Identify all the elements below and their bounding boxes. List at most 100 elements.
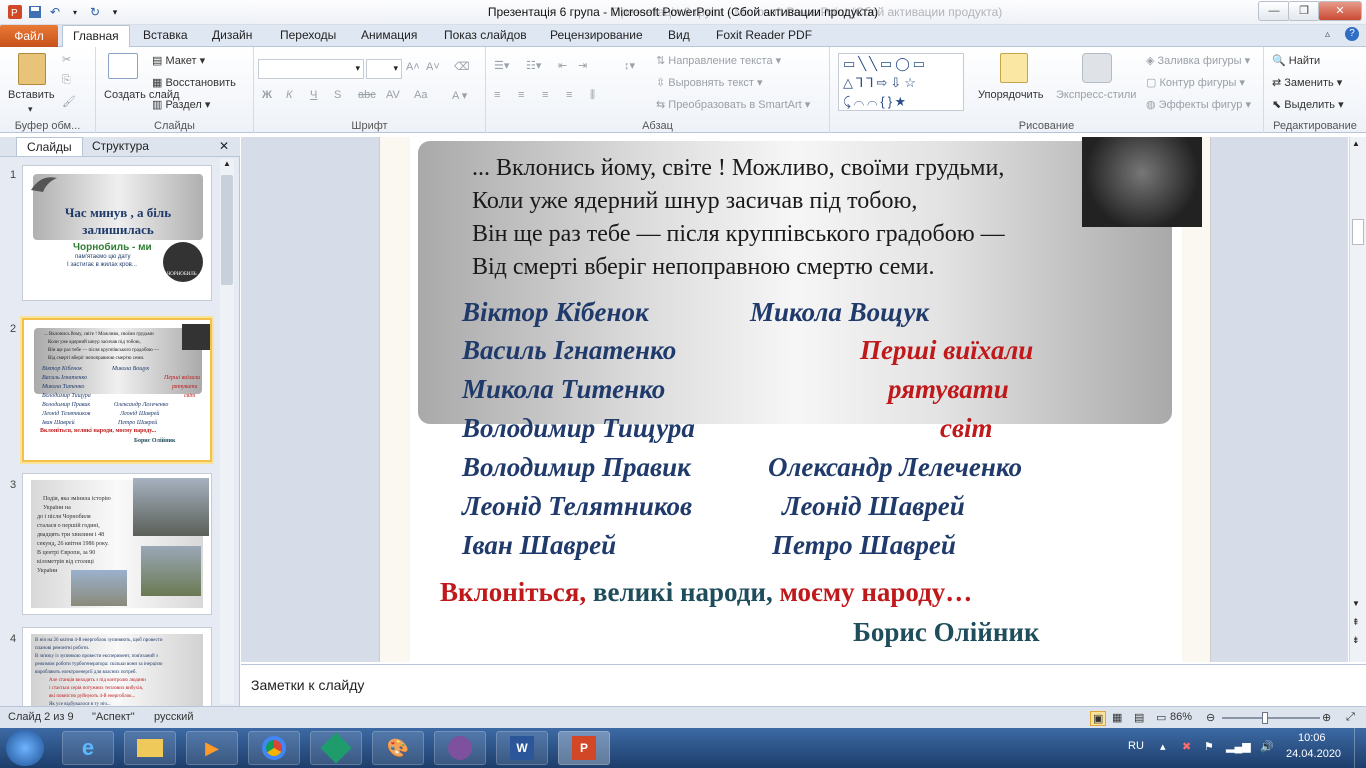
line-spacing-icon[interactable]: ↕▾ [624,59,635,72]
tab-insert[interactable]: Вставка [143,28,188,42]
new-slide-icon[interactable] [108,53,138,79]
justify-icon[interactable]: ≡ [566,89,572,101]
shape-outline-button[interactable]: ▢ Контур фигуры ▾ [1146,76,1245,89]
font-color-icon[interactable]: A ▾ [452,89,467,102]
paste-dropdown-icon[interactable]: ▾ [28,104,33,115]
clock-date[interactable]: 24.04.2020 [1286,748,1341,760]
select-button[interactable]: ⬉ Выделить ▾ [1272,98,1344,111]
clear-format-icon[interactable]: ⌫ [454,60,470,73]
change-case-icon[interactable]: Aa [414,89,427,101]
slide-2[interactable]: ... Вклонись йому, світе ! Можливо, свої… [379,137,1211,662]
restore-button[interactable]: ❐ [1288,1,1320,21]
text-direction-button[interactable]: ⇅ Направление текста ▾ [656,54,781,67]
action-center-icon[interactable]: ⚑ [1204,740,1214,753]
powerpoint-taskbar-icon[interactable]: P [558,731,610,765]
columns-icon[interactable]: ⫼ [590,89,595,102]
layout-button[interactable]: ▤ Макет ▾ [152,54,205,67]
decrease-indent-icon[interactable]: ⇤ [558,59,567,72]
scroll-up-icon[interactable]: ▲ [221,159,233,173]
chrome-icon[interactable] [248,731,300,765]
editor-scrollbar[interactable]: ▲ ▼ ⇞ ⇟ [1349,137,1366,662]
paint-icon[interactable]: 🎨 [372,731,424,765]
font-name-box[interactable]: ▾ [258,59,364,79]
numbering-icon[interactable]: ☷▾ [526,59,541,72]
clock-time[interactable]: 10:06 [1298,732,1326,744]
cut-icon[interactable]: ✂ [62,53,71,66]
internet-explorer-icon[interactable]: e [62,731,114,765]
minimize-button[interactable]: — [1258,1,1290,21]
start-button[interactable] [6,730,44,766]
slide-thumbnail-4[interactable]: В ніч на 26 квітня 4-й енергоблок зупиня… [22,627,212,707]
zoom-in-icon[interactable]: ⊕ [1322,711,1331,724]
tab-transitions[interactable]: Переходы [280,28,336,42]
strike-button[interactable]: abc [358,89,376,101]
close-button[interactable]: ✕ [1318,1,1362,21]
increase-indent-icon[interactable]: ⇥ [578,59,587,72]
quick-styles-icon[interactable] [1082,53,1112,83]
scroll-thumb[interactable] [221,175,233,285]
tab-outline[interactable]: Структура [92,139,149,153]
italic-button[interactable]: К [286,89,292,101]
zoom-level[interactable]: 86% [1170,711,1192,723]
network-warning-icon[interactable]: ✖ [1182,740,1191,753]
show-desktop-button[interactable] [1354,728,1366,768]
shapes-gallery[interactable]: ▭╲╲▭◯▭ △⅂⅂⇨⇩☆ ⤹⌒⌒{}★ [838,53,964,111]
fit-slide-icon[interactable]: ⤢ [1346,711,1355,724]
bullets-icon[interactable]: ☰▾ [494,59,509,72]
paste-icon[interactable] [18,53,46,85]
scroll-down-icon[interactable]: ▼ [1352,599,1360,608]
tab-file[interactable]: Файл [0,25,58,47]
shadow-button[interactable]: S [334,89,341,101]
slide-thumbnail-3[interactable]: Подія, яка змінила історію України на до і… [22,473,212,615]
language[interactable]: русский [154,711,193,723]
slide-thumbnail-2[interactable]: ... Вклонись йому, світе ! Можливо, свої… [22,318,212,462]
tab-review[interactable]: Рецензирование [550,28,643,42]
arrange-button[interactable]: Упорядочить [978,89,1043,101]
tab-slides[interactable]: Слайды [16,137,83,156]
bold-button[interactable]: Ж [262,89,272,101]
viber-icon[interactable] [434,731,486,765]
signal-icon[interactable]: ▂▄▆ [1226,740,1251,753]
minimize-ribbon-icon[interactable]: ▵ [1325,29,1330,40]
tab-foxit[interactable]: Foxit Reader PDF [716,28,812,42]
slideshow-view-icon[interactable]: ▭ [1156,711,1166,724]
close-pane-icon[interactable]: ✕ [219,139,229,153]
font-size-box[interactable]: ▾ [366,59,402,79]
normal-view-icon[interactable]: ▣ [1090,711,1107,726]
zoom-out-icon[interactable]: ⊖ [1206,711,1215,724]
slide-sorter-icon[interactable]: ▦ [1112,711,1122,724]
memorial-photo[interactable] [1082,137,1202,227]
quick-styles-button[interactable]: Экспресс-стили [1056,89,1136,101]
tab-slideshow[interactable]: Показ слайдов [444,28,527,42]
thumbnail-scrollbar[interactable]: ▲ [220,159,234,704]
next-slide-icon[interactable]: ⇟ [1352,635,1360,646]
notes-pane[interactable]: Заметки к слайду [241,664,1366,706]
reset-button[interactable]: ▦ Восстановить [152,76,236,89]
tab-animation[interactable]: Анимация [361,28,417,42]
file-explorer-icon[interactable] [124,731,176,765]
section-button[interactable]: ▥ Раздел ▾ [152,98,210,111]
underline-button[interactable]: Ч [310,89,317,101]
find-button[interactable]: 🔍 Найти [1272,54,1320,67]
tray-arrow-icon[interactable]: ▴ [1160,740,1166,753]
input-language[interactable]: RU [1128,740,1144,752]
zoom-slider[interactable] [1222,712,1320,724]
align-text-button[interactable]: ⇳ Выровнять текст ▾ [656,76,763,89]
align-right-icon[interactable]: ≡ [542,89,548,101]
reading-view-icon[interactable]: ▤ [1134,711,1144,724]
shrink-font-icon[interactable]: A˅ [426,61,440,73]
align-left-icon[interactable]: ≡ [494,89,500,101]
shape-effects-button[interactable]: ◍ Эффекты фигур ▾ [1146,98,1251,111]
zoom-slider-thumb[interactable] [1262,712,1268,724]
scroll-thumb[interactable] [1352,219,1364,245]
app-green-icon[interactable] [310,731,362,765]
grow-font-icon[interactable]: A˄ [406,61,420,73]
char-spacing-icon[interactable]: AV [386,89,400,101]
arrange-icon[interactable] [1000,53,1028,83]
copy-icon[interactable]: ⎘ [62,74,71,87]
smartart-button[interactable]: ⇆ Преобразовать в SmartArt ▾ [656,98,810,111]
prev-slide-icon[interactable]: ⇞ [1352,617,1360,628]
shape-fill-button[interactable]: ◈ Заливка фигуры ▾ [1146,54,1250,67]
help-icon[interactable]: ? [1345,27,1359,41]
format-painter-icon[interactable]: 🖌 [62,95,76,108]
